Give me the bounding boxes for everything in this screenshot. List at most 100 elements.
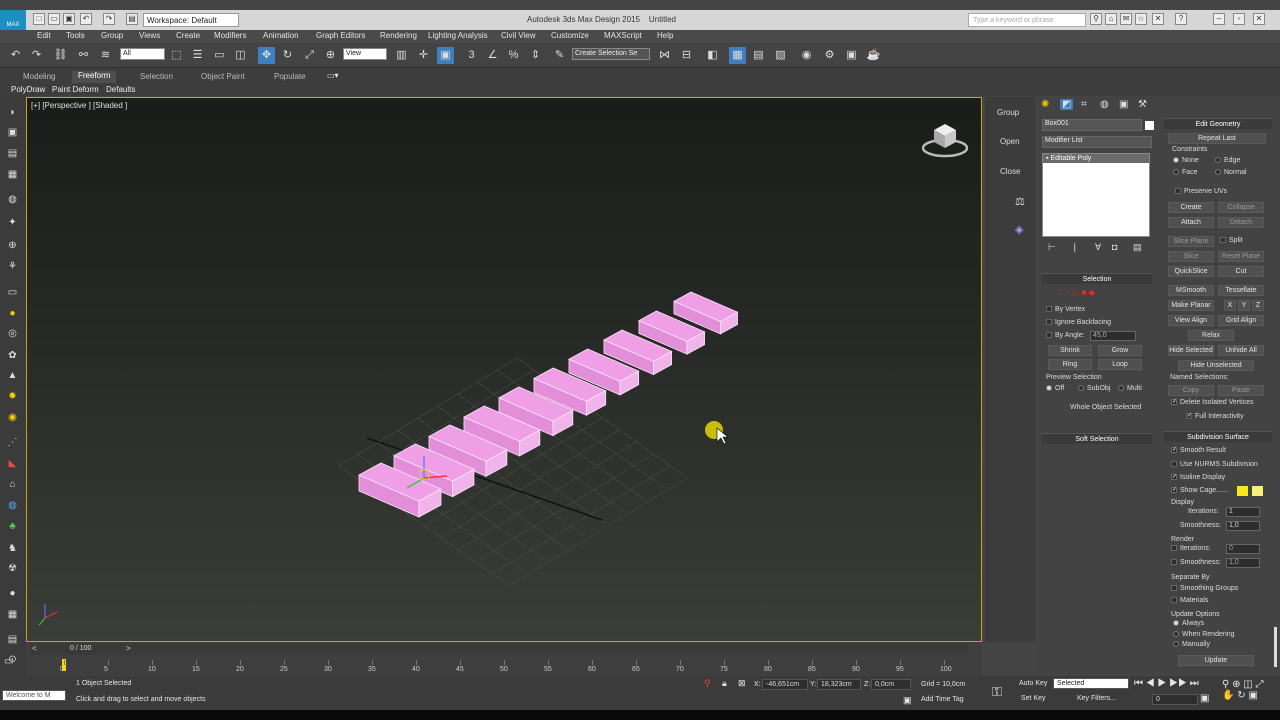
box-icon[interactable]: ▣ bbox=[5, 126, 20, 139]
tab-modeling[interactable]: Modeling bbox=[23, 72, 55, 84]
window-crossing-icon[interactable]: ◫ bbox=[232, 47, 249, 64]
foliage-icon[interactable]: ♣ bbox=[5, 520, 20, 533]
menu-civil-view[interactable]: Civil View bbox=[501, 31, 536, 40]
quickslice-button[interactable]: QuickSlice bbox=[1168, 266, 1214, 277]
materials-checkbox[interactable]: Materials bbox=[1171, 597, 1208, 604]
make-planar-button[interactable]: Make Planar bbox=[1168, 300, 1214, 311]
render-smoothness-spinner[interactable]: 1,0 bbox=[1226, 558, 1260, 568]
named-selection-set-dropdown[interactable]: Create Selection Se bbox=[572, 48, 650, 60]
key-filters-button[interactable]: Key Filters... bbox=[1077, 695, 1116, 702]
curve-editor-icon[interactable]: ▤ bbox=[750, 47, 767, 64]
soft-selection-rollout-header[interactable]: Soft Selection bbox=[1042, 433, 1152, 444]
key-selection-dropdown[interactable]: Selected bbox=[1053, 678, 1129, 689]
slice-plane-button[interactable]: Slice Plane bbox=[1168, 236, 1214, 247]
menu-edit[interactable]: Edit bbox=[37, 31, 51, 40]
collapse-button[interactable]: Collapse bbox=[1218, 202, 1264, 213]
render-iterations-checkbox[interactable]: Iterations: bbox=[1171, 545, 1211, 552]
modify-tab-icon[interactable]: ◩ bbox=[1060, 99, 1074, 110]
delete-isolated-checkbox[interactable]: ✓ Delete Isolated Vertices bbox=[1171, 399, 1254, 406]
manipulate-icon[interactable]: ✛ bbox=[415, 47, 432, 64]
display-tab-icon[interactable]: ▣ bbox=[1119, 99, 1128, 110]
minimize-icon[interactable]: – bbox=[1213, 13, 1225, 25]
menu-tools[interactable]: Tools bbox=[66, 31, 85, 40]
utilities-tab-icon[interactable]: ⚒ bbox=[1138, 99, 1147, 110]
favorites-icon[interactable]: ☆ bbox=[1135, 13, 1147, 25]
configure-sets-icon[interactable]: ▤ bbox=[1133, 242, 1142, 253]
ring-button[interactable]: Ring bbox=[1048, 359, 1092, 370]
subdivision-rollout-header[interactable]: Subdivision Surface bbox=[1164, 431, 1272, 442]
save-icon[interactable]: ▣ bbox=[63, 13, 75, 25]
globe-icon[interactable]: ◍ bbox=[5, 499, 20, 512]
y-coordinate-field[interactable]: 18,323cm bbox=[817, 679, 861, 690]
tab-object-paint[interactable]: Object Paint bbox=[201, 72, 245, 84]
close-icon[interactable]: ✕ bbox=[1253, 13, 1265, 25]
sunlight-icon[interactable]: ✹ bbox=[5, 390, 20, 403]
create-tab-icon[interactable]: ✺ bbox=[1041, 99, 1049, 110]
keyboard-shortcut-toggle-icon[interactable]: ▣ bbox=[437, 47, 454, 64]
isoline-display-checkbox[interactable]: ✓ Isoline Display bbox=[1171, 474, 1225, 481]
edit-geometry-rollout-header[interactable]: Edit Geometry bbox=[1164, 118, 1272, 129]
close-button[interactable]: Close bbox=[1000, 167, 1020, 176]
tab-selection[interactable]: Selection bbox=[140, 72, 173, 84]
pin-stack-icon[interactable]: ⊢ bbox=[1048, 242, 1056, 253]
unlink-icon[interactable]: ⚯ bbox=[75, 47, 92, 64]
preserve-uvs-checkbox[interactable]: Preserve UVs bbox=[1175, 188, 1227, 195]
systems-icon[interactable]: ▦ bbox=[5, 608, 20, 621]
biped-icon[interactable]: ♞ bbox=[5, 542, 20, 555]
planar-x-button[interactable]: X bbox=[1224, 300, 1236, 311]
menu-create[interactable]: Create bbox=[176, 31, 200, 40]
align-icon[interactable]: ⊟ bbox=[678, 47, 695, 64]
perspective-viewport[interactable]: [+] [Perspective ] [Shaded ] bbox=[26, 97, 982, 642]
angle-snap-icon[interactable]: ∠ bbox=[484, 47, 501, 64]
use-nurms-checkbox[interactable]: Use NURMS Subdivision bbox=[1171, 461, 1258, 468]
absolute-mode-icon[interactable]: ⊠ bbox=[738, 678, 746, 689]
msmooth-button[interactable]: MSmooth bbox=[1168, 285, 1214, 296]
slice-button[interactable]: Slice bbox=[1168, 251, 1214, 262]
rectangle-selection-icon[interactable]: ▭ bbox=[211, 47, 228, 64]
auto-key-button[interactable]: Auto Key bbox=[1019, 680, 1047, 687]
hide-unselected-button[interactable]: Hide Unselected bbox=[1178, 360, 1254, 371]
smooth-result-checkbox[interactable]: ✓ Smooth Result bbox=[1171, 447, 1226, 454]
time-prev-icon[interactable]: < bbox=[32, 644, 37, 653]
render-setup-icon[interactable]: ⚙ bbox=[821, 47, 838, 64]
mirror-icon[interactable]: ⋈ bbox=[656, 47, 673, 64]
link-icon[interactable]: ⛓ bbox=[52, 47, 69, 64]
hierarchy-tab-icon[interactable]: ⌗ bbox=[1081, 99, 1087, 110]
update-button[interactable]: Update bbox=[1178, 655, 1254, 666]
helper-icon[interactable]: ⊕ bbox=[5, 239, 20, 252]
subtab-defaults[interactable]: Defaults bbox=[106, 85, 135, 94]
group-button[interactable]: Group bbox=[997, 108, 1019, 117]
cut-button[interactable]: Cut bbox=[1218, 266, 1264, 277]
menu-rendering[interactable]: Rendering bbox=[380, 31, 417, 40]
place-icon[interactable]: ⊕ bbox=[322, 47, 339, 64]
open-icon[interactable]: ▭ bbox=[48, 13, 60, 25]
camera-icon[interactable]: ◍ bbox=[5, 193, 20, 206]
time-next-icon[interactable]: > bbox=[126, 644, 131, 653]
preview-off-radio[interactable]: Off bbox=[1046, 385, 1064, 392]
select-by-name-icon[interactable]: ☰ bbox=[189, 47, 206, 64]
new-icon[interactable]: □ bbox=[33, 13, 45, 25]
select-and-rotate-icon[interactable]: ↻ bbox=[279, 47, 296, 64]
planar-y-button[interactable]: Y bbox=[1238, 300, 1250, 311]
space-warp-icon[interactable]: ● bbox=[5, 587, 20, 600]
redo-icon[interactable]: ↷ bbox=[28, 47, 45, 64]
bind-space-warp-icon[interactable]: ≋ bbox=[97, 47, 114, 64]
bone-icon[interactable]: ☢ bbox=[5, 562, 20, 575]
preview-multi-radio[interactable]: Multi bbox=[1118, 385, 1142, 392]
reset-plane-button[interactable]: Reset Plane bbox=[1218, 251, 1264, 262]
update-when-rendering-radio[interactable]: When Rendering bbox=[1173, 631, 1235, 638]
shrink-button[interactable]: Shrink bbox=[1048, 345, 1092, 356]
menu-modifiers[interactable]: Modifiers bbox=[214, 31, 246, 40]
selection-lock-icon[interactable]: 🔒︎ bbox=[722, 678, 727, 689]
relax-button[interactable]: Relax bbox=[1188, 330, 1234, 341]
project-folder-icon[interactable]: ▤ bbox=[126, 13, 138, 25]
app-logo-icon[interactable]: MAX bbox=[0, 10, 26, 30]
select-and-scale-icon[interactable]: ⤢ bbox=[301, 47, 318, 64]
show-end-result-icon[interactable]: ❘ bbox=[1071, 242, 1079, 253]
maxscript-mini-listener[interactable]: Welcome to M bbox=[2, 690, 66, 701]
ribbon-options-icon[interactable]: ▭▾ bbox=[327, 71, 339, 83]
pivot-center-icon[interactable]: ▥ bbox=[393, 47, 410, 64]
menu-animation[interactable]: Animation bbox=[263, 31, 299, 40]
workspace-dropdown[interactable]: Workspace: Default bbox=[143, 13, 239, 27]
layer-icon[interactable]: ▤ bbox=[5, 633, 20, 646]
